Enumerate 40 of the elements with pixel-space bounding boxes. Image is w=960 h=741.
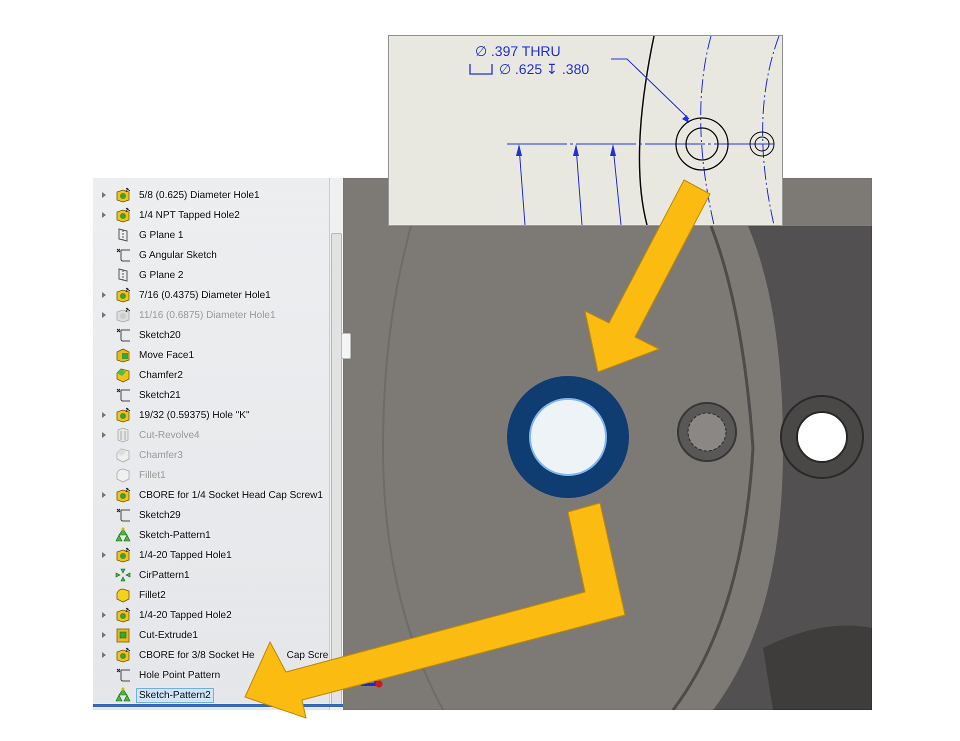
feature-tree-item[interactable]: 1/4-20 Tapped Hole2 <box>136 608 235 622</box>
panel-splitter-handle[interactable] <box>341 333 351 359</box>
feature-tree-item[interactable]: 1/4 NPT Tapped Hole2 <box>136 208 243 222</box>
feature-tree-item[interactable]: Sketch29 <box>136 508 184 522</box>
scrollbar-thumb[interactable] <box>331 233 342 705</box>
counterbore-symbol-icon <box>469 63 493 75</box>
feature-tree-item[interactable]: Sketch-Pattern1 <box>136 528 214 542</box>
expand-arrow-icon[interactable] <box>102 412 106 418</box>
feature-tree-item-text: Cap Scre <box>286 650 328 660</box>
feature-tree-item[interactable]: 7/16 (0.4375) Diameter Hole1 <box>136 288 274 302</box>
scrollbar[interactable] <box>329 178 343 710</box>
feature-tree-item[interactable]: Sketch21 <box>136 388 184 402</box>
expand-arrow-icon[interactable] <box>102 432 106 438</box>
feature-tree-item[interactable]: Cut-Extrude1 <box>136 628 201 642</box>
hole-callout-text: ∅ .625 ↧ .380 <box>499 60 590 78</box>
feature-tree-item[interactable]: G Angular Sketch <box>136 248 220 262</box>
feature-tree-item[interactable]: 1/4-20 Tapped Hole1 <box>136 548 235 562</box>
expand-arrow-icon[interactable] <box>102 212 106 218</box>
expand-arrow-icon[interactable] <box>102 292 106 298</box>
feature-tree-item[interactable]: Fillet2 <box>136 588 169 602</box>
feature-tree-item[interactable]: Hole Point Pattern <box>136 668 224 682</box>
feature-tree-item[interactable]: G Plane 1 <box>136 228 186 242</box>
expand-arrow-icon[interactable] <box>102 312 106 318</box>
expand-arrow-icon[interactable] <box>102 552 106 558</box>
feature-tree-item[interactable]: 19/32 (0.59375) Hole "K" <box>136 408 253 422</box>
feature-tree-item[interactable]: CirPattern1 <box>136 568 193 582</box>
expand-arrow-icon[interactable] <box>102 492 106 498</box>
expand-arrow-icon[interactable] <box>102 612 106 618</box>
feature-tree-item[interactable]: G Plane 2 <box>136 268 186 282</box>
feature-tree-item[interactable]: Sketch-Pattern2 <box>136 688 214 702</box>
feature-tree-item[interactable]: CBORE for 3/8 Socket He <box>136 648 258 662</box>
feature-tree-item[interactable]: Move Face1 <box>136 348 198 362</box>
expand-arrow-icon[interactable] <box>102 192 106 198</box>
expand-arrow-icon[interactable] <box>102 652 106 658</box>
feature-tree-item[interactable]: 5/8 (0.625) Diameter Hole1 <box>136 188 263 202</box>
feature-tree-item[interactable]: CBORE for 1/4 Socket Head Cap Screw1 <box>136 488 326 502</box>
feature-tree-item[interactable]: Chamfer2 <box>136 368 186 382</box>
hole-callout-text: ∅ .397 THRU <box>475 43 561 59</box>
feature-tree-item[interactable]: Sketch20 <box>136 328 184 342</box>
expand-arrow-icon[interactable] <box>102 632 106 638</box>
